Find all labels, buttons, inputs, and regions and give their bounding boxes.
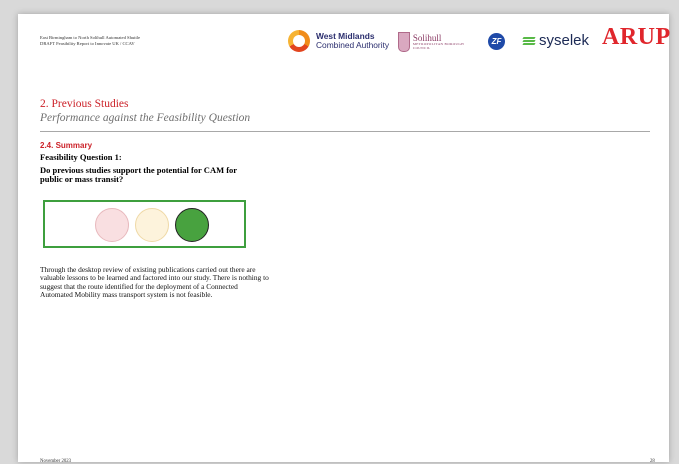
feasibility-question-label: Feasibility Question 1: [40,152,122,162]
sub-heading: 2.4. Summary [40,141,93,150]
amber-light [135,208,169,242]
solihull-logo: Solihull METROPOLITAN BOROUGH COUNCIL [398,30,470,54]
summary-body: Through the desktop review of existing p… [40,265,269,299]
feasibility-question-text: Do previous studies support the potentia… [40,165,237,184]
syselek-logo: syselek [522,32,590,49]
document-page: East Birmingham to North Solihull Automa… [18,14,671,464]
traffic-light-rating [43,200,246,248]
section-title: 2. Previous Studies [40,98,129,110]
wmca-line-2: Combined Authority [316,40,390,50]
syselek-mark-icon [522,36,536,46]
divider [40,131,650,132]
syselek-text: syselek [539,32,590,49]
zf-logo: ZF [488,33,505,50]
solihull-sub: METROPOLITAN BOROUGH COUNCIL [412,42,464,50]
section-subtitle: Performance against the Feasibility Ques… [40,112,251,124]
header-text: East Birmingham to North Solihull Automa… [40,35,140,47]
red-light [95,208,129,242]
wmca-ring-icon [288,30,310,52]
header-line-2: DRAFT Feasibility Report to Innovate UK … [40,41,135,46]
wmca-logo: West Midlands Combined Authority [288,30,389,52]
solihull-crest-icon [398,32,410,52]
green-light [175,208,209,242]
arup-logo: ARUP [602,24,671,50]
